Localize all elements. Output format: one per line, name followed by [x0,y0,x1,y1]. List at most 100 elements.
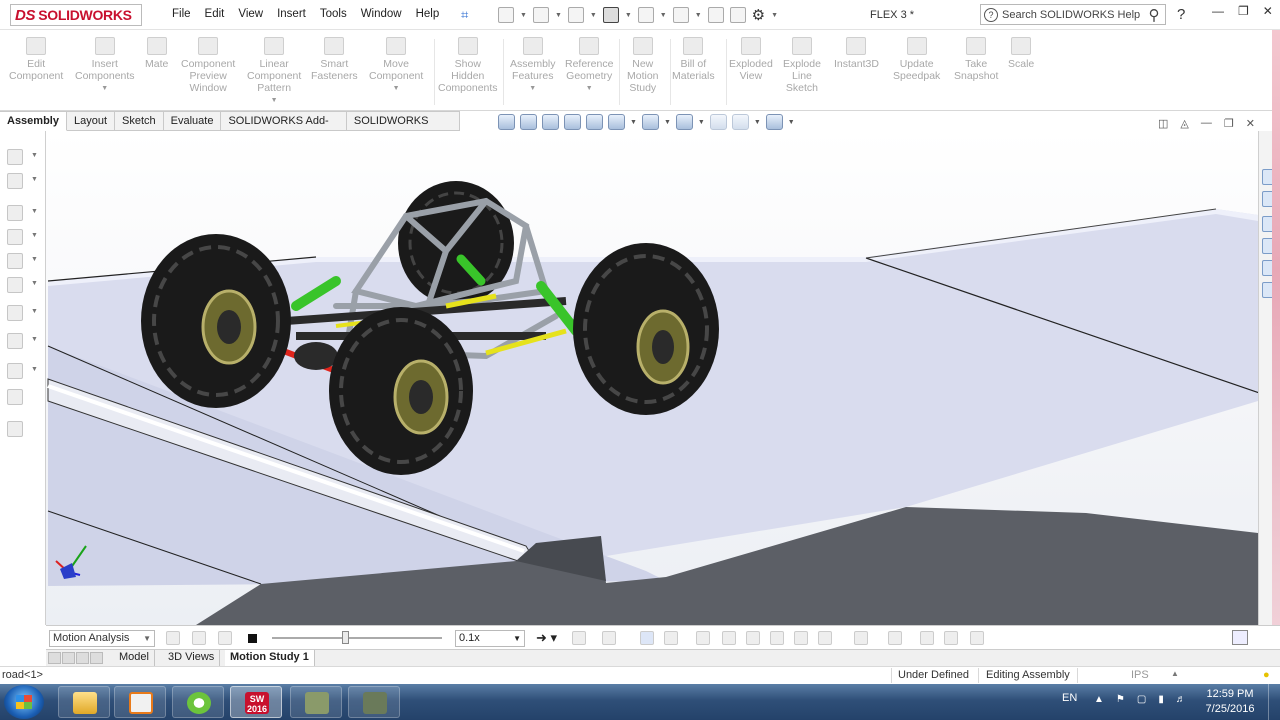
menu-file[interactable]: File [165,8,198,20]
help-tooltip-icon[interactable]: ● [1263,669,1270,681]
reference-icon[interactable] [7,305,23,321]
menu-edit[interactable]: Edit [198,8,232,20]
search-input[interactable]: Search SOLIDWORKS Help [1002,9,1140,21]
open-icon[interactable] [532,7,549,23]
view-orientation-icon[interactable] [608,114,625,130]
calculate-icon[interactable] [166,631,180,645]
exploded-view-button[interactable]: Exploded View [729,37,773,82]
component-preview-button[interactable]: Component Preview Window [181,37,235,94]
save-animation-icon[interactable] [572,631,586,645]
play-from-start-icon[interactable] [192,631,206,645]
display-style-dropdown-icon[interactable]: ▼ [664,119,671,126]
front-left-wheel[interactable] [141,234,291,408]
explode-dropdown-icon[interactable]: ▼ [31,366,38,373]
move-component-button[interactable]: Move Component ▼ [369,37,423,95]
taskbar-solidworks[interactable]: SW 2016 [230,686,282,718]
undo-dropdown-icon[interactable]: ▼ [660,12,667,19]
front-right-wheel[interactable] [329,307,473,475]
units-dropdown-icon[interactable]: ▲ [1171,669,1179,678]
viewport-close-icon[interactable]: ✕ [1246,117,1255,130]
view-settings-icon[interactable] [765,114,783,130]
edit-appearance-icon[interactable] [709,114,727,130]
search-box[interactable]: ? Search SOLIDWORKS Help ⚲ [980,4,1166,25]
view-orientation-dropdown-icon[interactable]: ▼ [630,119,637,126]
tab-layout[interactable]: Layout [66,111,116,131]
device-icon[interactable]: ▢ [1137,694,1146,705]
motor-icon[interactable] [696,631,710,645]
tab-sketch[interactable]: Sketch [115,111,164,131]
close-icon[interactable]: ✕ [1263,4,1273,18]
menu-help[interactable]: Help [409,8,447,20]
open-dropdown-icon[interactable]: ▼ [555,12,562,19]
filter-icon[interactable] [944,631,958,645]
help-icon[interactable]: ? [1177,6,1185,23]
playback-speed-select[interactable]: 0.1x ▼ [455,630,525,647]
autokey-icon[interactable] [640,631,654,645]
mate-icon[interactable] [7,229,23,245]
zoom-timeline-icon[interactable] [970,631,984,645]
solidworks-logo[interactable]: DS SOLIDWORKS [10,4,142,26]
playback-slider[interactable] [272,637,442,639]
select-icon[interactable] [672,7,689,23]
dynamic-annotation-icon[interactable] [586,114,603,130]
instant3d-button[interactable]: Instant3D [834,37,879,70]
print-icon[interactable] [602,7,619,23]
zoom-to-fit-icon[interactable] [498,114,515,130]
viewport-restore-icon[interactable]: ❐ [1224,117,1234,130]
command-dropdown-icon[interactable]: ▼ [271,95,278,107]
command-dropdown-icon[interactable]: ▼ [101,83,108,95]
animation-wizard-icon[interactable] [602,631,616,645]
motion-study-properties-icon[interactable] [888,631,902,645]
playback-mode-icon[interactable]: ➜ ▾ [536,630,557,646]
taskbar-explorer[interactable] [58,686,110,718]
force-icon[interactable] [770,631,784,645]
tab-assembly[interactable]: Assembly [0,111,67,131]
new-motion-study-button[interactable]: New Motion Study [627,37,659,94]
file-properties-icon[interactable] [729,7,746,23]
library-icon[interactable] [7,421,23,437]
scale-button[interactable]: Scale [1008,37,1034,70]
language-indicator[interactable]: EN [1062,692,1077,704]
view-settings-dropdown-icon[interactable]: ▼ [788,119,795,126]
command-dropdown-icon[interactable]: ▼ [529,83,536,95]
menu-tools[interactable]: Tools [313,8,354,20]
insert-components-button[interactable]: Insert Components ▼ [75,37,135,95]
scroll-last-icon[interactable] [90,652,103,664]
update-speedpak-button[interactable]: Update Speedpak [893,37,940,82]
status-units[interactable]: IPS [1131,669,1149,681]
save-dropdown-icon[interactable]: ▼ [590,12,597,19]
taskbar-media-player[interactable] [114,686,166,718]
new-dropdown-icon[interactable]: ▼ [520,12,527,19]
command-dropdown-icon[interactable]: ▼ [393,83,400,95]
part-icon[interactable] [7,173,23,189]
options-dropdown-icon[interactable]: ▼ [771,12,778,19]
assembly-dropdown-icon[interactable]: ▼ [31,152,38,159]
tab-motion-study-1[interactable]: Motion Study 1 [225,650,315,667]
start-button[interactable] [4,685,44,719]
reference-dropdown-icon[interactable]: ▼ [31,308,38,315]
results-plots-icon[interactable] [854,631,868,645]
clock[interactable]: 12:59 PM 7/25/2016 [1200,687,1260,717]
linear-pattern-button[interactable]: Linear Component Pattern ▼ [247,37,301,107]
new-document-icon[interactable] [498,7,514,23]
action-center-icon[interactable]: ⚑ [1116,694,1125,705]
explode-line-sketch-button[interactable]: Explode Line Sketch [783,37,821,94]
playback-slider-thumb[interactable] [342,631,349,644]
part-dropdown-icon[interactable]: ▼ [31,176,38,183]
hide-show-items-icon[interactable] [675,114,693,130]
bill-of-materials-button[interactable]: Bill of Materials [672,37,715,82]
volume-icon[interactable]: ♬ [1176,694,1186,705]
previous-view-icon[interactable] [542,114,559,130]
taskbar-camtasia[interactable] [172,686,224,718]
component-dropdown-icon[interactable]: ▼ [31,208,38,215]
minimize-icon[interactable]: — [1212,4,1224,18]
search-icon[interactable]: ⚲ [1143,6,1165,24]
assembly-features-button[interactable]: Assembly Features ▼ [510,37,556,95]
assembly-icon[interactable] [7,149,23,165]
graphics-area[interactable] [46,131,1258,625]
taskbar-app-6[interactable] [348,686,400,718]
mate-button[interactable]: Mate [145,37,168,70]
play-icon[interactable] [218,631,232,645]
print-dropdown-icon[interactable]: ▼ [625,12,632,19]
viewport-minimize-icon[interactable]: — [1201,117,1212,130]
